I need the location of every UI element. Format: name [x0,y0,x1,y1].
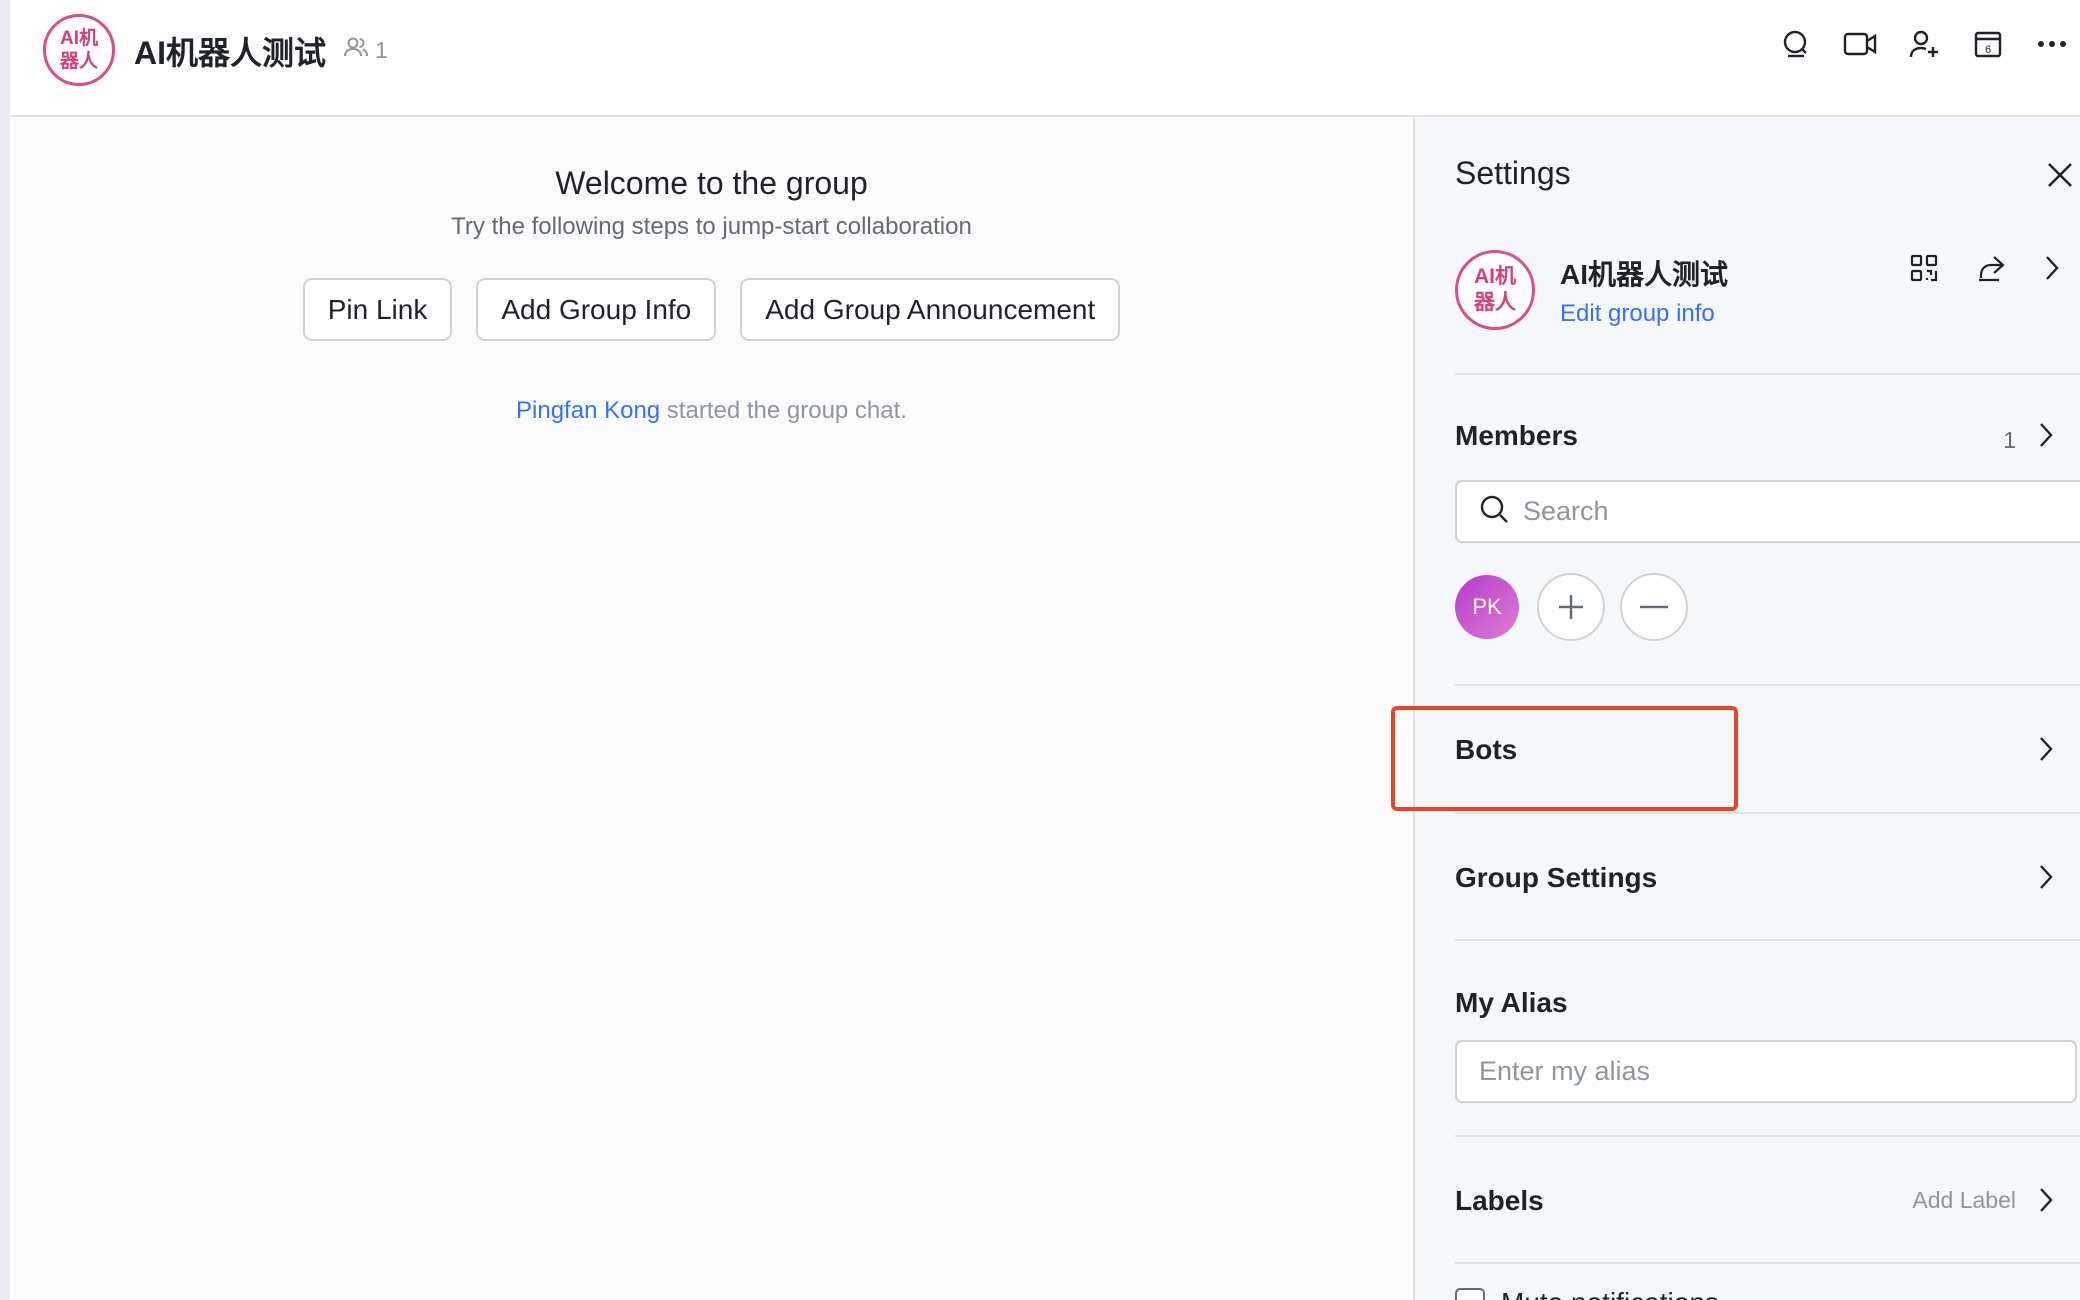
alias-input[interactable] [1455,1040,2077,1103]
partial-setting-row: Mute notifications [1455,1287,1719,1300]
add-label-link[interactable]: Add Label [1912,1187,2016,1214]
mute-checkbox[interactable] [1455,1288,1485,1300]
member-count-value: 1 [375,36,388,63]
welcome-subtitle: Try the following steps to jump-start co… [451,213,972,240]
calendar-day: 6 [1985,44,1991,56]
video-icon[interactable] [1842,26,1878,62]
close-icon[interactable] [2040,155,2080,195]
left-edge-strip [0,0,10,1300]
system-message-user-link[interactable]: Pingfan Kong [516,397,660,424]
divider [1455,373,2080,375]
divider [1455,1262,2080,1264]
header-actions: 6 [1778,26,2070,62]
settings-group-avatar-line2: 器人 [1474,291,1516,314]
add-member-icon[interactable] [1906,26,1942,62]
calendar-icon[interactable]: 6 [1970,26,2006,62]
system-message: Pingfan Kong started the group chat. [10,397,1413,425]
settings-title: Settings [1455,155,1571,191]
divider [1455,1135,2080,1137]
divider [1455,812,2080,814]
group-avatar-line2: 器人 [59,51,98,72]
my-alias-title: My Alias [1455,987,1568,1018]
system-message-text: started the group chat. [660,397,907,424]
chat-title[interactable]: AI机器人测试 [134,28,326,74]
edit-group-info-link[interactable]: Edit group info [1560,300,1715,328]
welcome-title: Welcome to the group [555,165,868,201]
add-group-announcement-button[interactable]: Add Group Announcement [740,278,1121,341]
search-icon [1479,494,1509,529]
add-member-button[interactable] [1537,573,1605,641]
remove-member-button[interactable] [1620,573,1688,641]
chat-area: Welcome to the group Try the following s… [10,117,1413,1300]
add-group-info-button[interactable]: Add Group Info [476,278,717,341]
group-avatar[interactable]: AI机 器人 [43,14,115,86]
pin-link-button[interactable]: Pin Link [302,278,453,341]
member-search-box[interactable] [1455,480,2080,543]
members-title: Members [1455,420,1578,451]
qr-code-icon[interactable] [1910,254,1938,287]
members-count: 1 [2003,427,2016,453]
search-icon[interactable] [1778,26,1814,62]
bots-highlight-annotation [1391,706,1738,811]
chevron-right-icon[interactable] [2044,254,2060,287]
members-chevron-icon[interactable] [2032,419,2060,451]
member-avatar[interactable]: PK [1455,575,1519,639]
group-settings-row[interactable]: Group Settings [1455,862,1657,894]
share-icon[interactable] [1976,254,2006,287]
app-window: AI机 器人 AI机器人测试 1 6 Welcome to the group … [0,0,2080,1300]
group-avatar-line1: AI机 [59,28,98,49]
member-count[interactable]: 1 [343,36,388,64]
mute-label: Mute notifications [1501,1287,1719,1300]
more-icon[interactable] [2034,26,2070,62]
divider [1455,684,2080,686]
group-settings-chevron-icon[interactable] [2032,861,2060,893]
members-icon [343,36,369,64]
divider [1455,939,2080,941]
group-card-actions [1910,254,2060,287]
labels-chevron-icon[interactable] [2032,1184,2060,1216]
labels-title: Labels [1455,1185,1544,1216]
bots-chevron-icon[interactable] [2032,733,2060,765]
settings-group-name: AI机器人测试 [1560,259,1729,290]
settings-group-avatar[interactable]: AI机 器人 [1455,250,1535,330]
quick-action-row: Pin Link Add Group Info Add Group Announ… [10,278,1413,341]
member-search-input[interactable] [1523,496,2023,527]
settings-group-avatar-line1: AI机 [1474,265,1516,288]
chat-header: AI机 器人 AI机器人测试 1 6 [10,0,2080,117]
